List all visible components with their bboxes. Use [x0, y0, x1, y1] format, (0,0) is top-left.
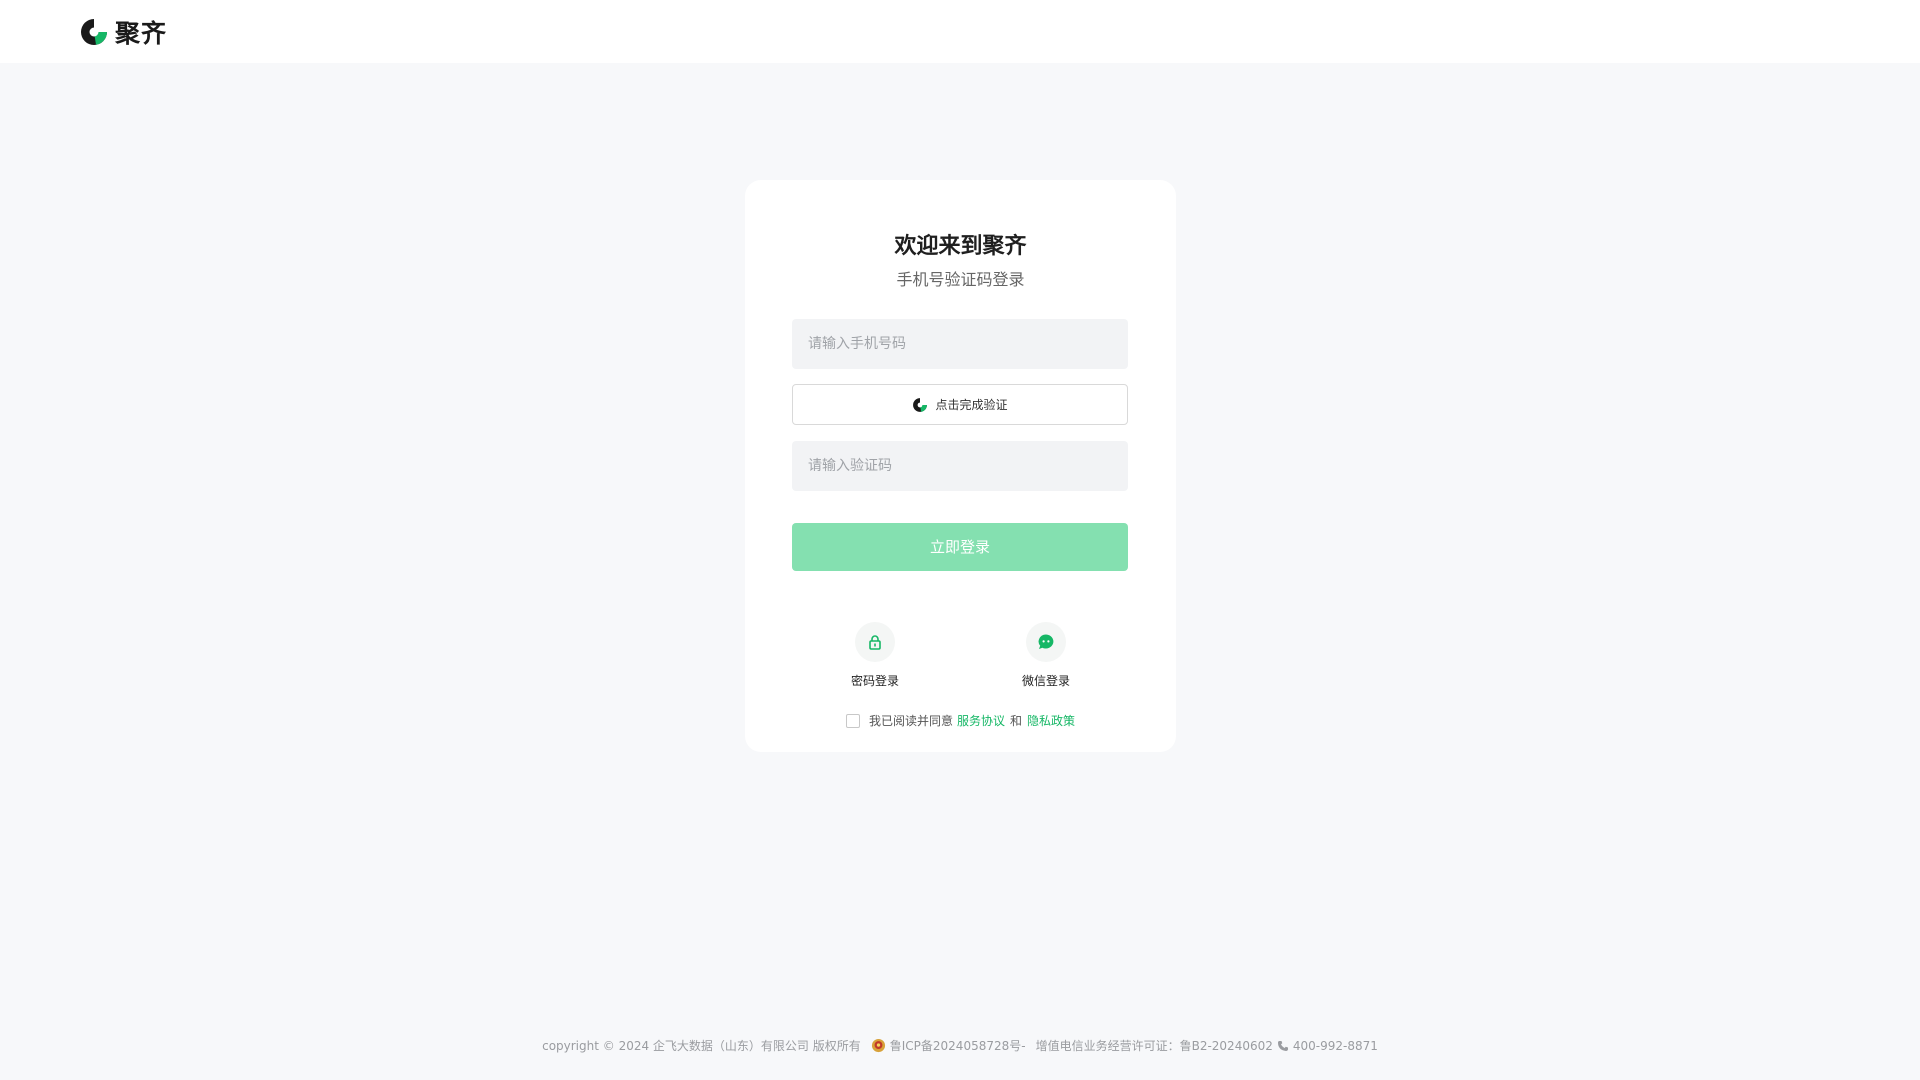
privacy-policy-link[interactable]: 隐私政策 — [1027, 712, 1075, 729]
verify-label: 点击完成验证 — [935, 398, 1008, 412]
password-login-option[interactable]: 密码登录 — [825, 622, 925, 689]
brand-logo-icon — [913, 397, 928, 412]
password-login-label: 密码登录 — [850, 674, 899, 688]
icp-record-link[interactable]: 鲁ICP备2024058728号- — [890, 1037, 1026, 1054]
verification-code-input[interactable] — [792, 441, 1128, 491]
wechat-login-label: 微信登录 — [1021, 674, 1070, 688]
login-card: 欢迎来到聚齐 手机号验证码登录 点击完成验证 立即登录 密码登录 — [745, 180, 1176, 752]
login-subtitle: 手机号验证码登录 — [896, 270, 1025, 289]
agreement-row: 我已阅读并同意 服务协议 和 隐私政策 — [745, 712, 1176, 729]
brand-name: 聚齐 — [115, 18, 168, 48]
login-button[interactable]: 立即登录 — [792, 523, 1128, 571]
service-agreement-link[interactable]: 服务协议 — [957, 712, 1005, 729]
chat-icon-wrapper — [1026, 622, 1066, 662]
service-phone: 400-992-8871 — [1292, 1038, 1378, 1053]
welcome-title: 欢迎来到聚齐 — [894, 234, 1027, 259]
lock-icon — [869, 635, 881, 650]
agreement-prefix: 我已阅读并同意 — [868, 714, 953, 728]
copyright-text: copyright © 2024 企飞大数据（山东）有限公司 版权所有 — [542, 1039, 861, 1053]
logo[interactable]: 聚齐 — [79, 14, 167, 50]
police-badge-icon — [871, 1038, 885, 1053]
footer: copyright © 2024 企飞大数据（山东）有限公司 版权所有 鲁ICP… — [0, 1037, 1920, 1054]
top-bar: 聚齐 — [0, 0, 1920, 63]
brand-logo-icon — [81, 18, 107, 45]
telecom-license-text: 增值电信业务经营许可证：鲁B2-20240602 — [1035, 1039, 1273, 1053]
phone-icon — [1277, 1040, 1288, 1051]
agreement-checkbox[interactable] — [845, 713, 860, 728]
captcha-verify-button[interactable]: 点击完成验证 — [792, 384, 1128, 425]
agreement-and: 和 — [1010, 714, 1023, 728]
wechat-login-option[interactable]: 微信登录 — [996, 622, 1096, 689]
phone-input[interactable] — [792, 319, 1128, 369]
chat-bubble-icon — [1038, 634, 1054, 649]
lock-icon-wrapper — [855, 622, 895, 662]
